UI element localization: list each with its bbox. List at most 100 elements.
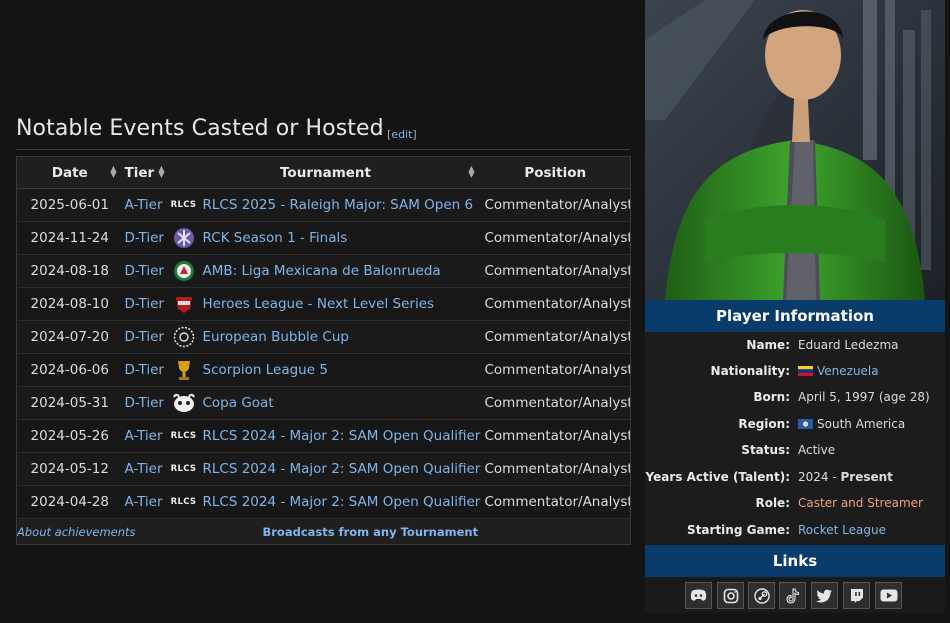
rlcs-logo: RLCS — [171, 195, 197, 215]
event-tier: D-Tier — [122, 320, 171, 354]
table-footer: About achievements Broadcasts from any T… — [16, 518, 631, 545]
tournament-link[interactable]: RLCS 2025 - Raleigh Major: SAM Open 6 — [203, 197, 474, 213]
sort-icon[interactable]: ▲ ▼ — [468, 165, 474, 179]
table-row: 2024-08-10 D-Tier Heroes League - Next L… — [16, 287, 631, 321]
tier-link[interactable]: D-Tier — [125, 395, 164, 411]
born-label: Born: — [753, 390, 790, 404]
event-position: Commentator/Analyst — [480, 188, 631, 222]
tier-link[interactable]: A-Tier — [125, 461, 163, 477]
years-active-value: 2024 - Present — [798, 470, 893, 484]
date-header[interactable]: Date ▲ ▼ — [16, 156, 123, 189]
tournament-link[interactable]: Copa Goat — [203, 395, 274, 411]
tier-link[interactable]: A-Tier — [125, 197, 163, 213]
infobox-row-name: Name: Eduard Ledezma — [645, 332, 945, 358]
steam-link[interactable] — [748, 582, 775, 609]
about-achievements-link[interactable]: About achievements — [16, 518, 171, 545]
infobox-row-born: Born: April 5, 1997 (age 28) — [645, 384, 945, 410]
edit-link[interactable]: edit — [391, 128, 412, 141]
scorpion-league-logo — [171, 360, 197, 380]
section-divider — [16, 149, 630, 150]
event-tournament: RLCS RLCS 2024 - Major 2: SAM Open Qualif… — [170, 485, 481, 519]
twitch-link[interactable] — [843, 582, 870, 609]
event-position: Commentator/Analyst — [480, 254, 631, 288]
name-label: Name: — [746, 338, 790, 352]
event-tournament: RLCS RLCS 2024 - Major 2: SAM Open Qualif… — [170, 419, 481, 453]
rlcs-logo: RLCS — [171, 426, 197, 446]
discord-link[interactable] — [685, 582, 712, 609]
nationality-link[interactable]: Venezuela — [817, 364, 879, 378]
tier-link[interactable]: A-Tier — [125, 494, 163, 510]
copa-goat-logo — [171, 393, 197, 413]
event-tournament: Copa Goat — [170, 386, 481, 420]
event-tier: D-Tier — [122, 353, 171, 387]
role-link[interactable]: Caster and Streamer — [798, 496, 923, 510]
tournament-link[interactable]: RLCS 2024 - Major 2: SAM Open Qualifier … — [203, 461, 481, 477]
starting-game-label: Starting Game: — [687, 523, 790, 537]
tournament-link[interactable]: Heroes League - Next Level Series — [203, 296, 435, 312]
broadcasts-link[interactable]: Broadcasts from any Tournament — [170, 518, 631, 545]
region-label: Region: — [738, 417, 790, 431]
tournament-link[interactable]: AMB: Liga Mexicana de Balonrueda — [203, 263, 441, 279]
rlcs-logo: RLCS — [171, 492, 197, 512]
sort-icon[interactable]: ▲ ▼ — [110, 165, 116, 179]
event-date: 2024-11-24 — [16, 221, 123, 255]
event-tournament: RCK Season 1 - Finals — [170, 221, 481, 255]
event-date: 2024-06-06 — [16, 353, 123, 387]
amb-logo — [171, 261, 197, 281]
tier-link[interactable]: D-Tier — [125, 329, 164, 345]
event-position: Commentator/Analyst — [480, 287, 631, 321]
status-value: Active — [798, 443, 836, 457]
event-tournament: RLCS RLCS 2025 - Raleigh Major: SAM Open … — [170, 188, 481, 222]
region-text: South America — [817, 417, 906, 431]
tournament-link[interactable]: RCK Season 1 - Finals — [203, 230, 348, 246]
event-tournament: European Bubble Cup — [170, 320, 481, 354]
tiktok-link[interactable] — [779, 582, 806, 609]
tier-link[interactable]: D-Tier — [125, 263, 164, 279]
years-active-label: Years Active (Talent): — [645, 470, 791, 484]
tournament-link[interactable]: RLCS 2024 - Major 2: SAM Open Qualifier … — [203, 428, 481, 444]
event-date: 2024-08-10 — [16, 287, 123, 321]
sort-icon[interactable]: ▲ ▼ — [158, 165, 164, 179]
event-tier: A-Tier — [122, 485, 171, 519]
event-position: Commentator/Analyst — [480, 419, 631, 453]
tier-link[interactable]: D-Tier — [125, 296, 164, 312]
tournament-link[interactable]: Scorpion League 5 — [203, 362, 328, 378]
player-photo — [645, 0, 945, 300]
tournament-link[interactable]: RLCS 2024 - Major 2: SAM Open Qualifier … — [203, 494, 481, 510]
event-tier: D-Tier — [122, 287, 171, 321]
rlcs-logo-text: RLCS — [170, 431, 197, 441]
starting-game-link[interactable]: Rocket League — [798, 523, 886, 537]
tier-link[interactable]: D-Tier — [125, 362, 164, 378]
twitter-link[interactable] — [811, 582, 838, 609]
region-value: South America — [798, 411, 905, 437]
instagram-link[interactable] — [717, 582, 744, 609]
social-links-bar — [645, 578, 945, 613]
nationality-label: Nationality: — [710, 364, 790, 378]
event-date: 2024-08-18 — [16, 254, 123, 288]
links-header: Links — [645, 545, 945, 577]
heroes-league-logo — [171, 294, 197, 314]
event-position: Commentator/Analyst — [480, 386, 631, 420]
youtube-icon — [880, 589, 897, 602]
tournament-link[interactable]: European Bubble Cup — [203, 329, 349, 345]
table-row: 2024-05-26 A-Tier RLCS RLCS 2024 - Major … — [16, 419, 631, 453]
tournament-header[interactable]: Tournament ▲ ▼ — [170, 156, 481, 189]
tier-link[interactable]: D-Tier — [125, 230, 164, 246]
infobox-row-starting-game: Starting Game: Rocket League — [645, 517, 945, 543]
table-row: 2024-05-31 D-Tier Copa Goat Commentator/… — [16, 386, 631, 420]
steam-icon — [753, 587, 770, 604]
edit-link-wrapper: [edit] — [387, 128, 417, 141]
event-position: Commentator/Analyst — [480, 221, 631, 255]
event-position: Commentator/Analyst — [480, 353, 631, 387]
table-header-row: Date ▲ ▼ Tier ▲ ▼ Tournament ▲ ▼ Position — [16, 156, 631, 189]
youtube-link[interactable] — [875, 582, 902, 609]
position-header[interactable]: Position — [480, 156, 631, 189]
tier-link[interactable]: A-Tier — [125, 428, 163, 444]
table-row: 2024-05-12 A-Tier RLCS RLCS 2024 - Major … — [16, 452, 631, 486]
discord-icon — [690, 589, 707, 601]
events-table: Date ▲ ▼ Tier ▲ ▼ Tournament ▲ ▼ Position 2025… — [16, 156, 631, 545]
rck-logo — [171, 228, 197, 248]
infobox-row-region: Region: South America — [645, 411, 945, 437]
tier-header[interactable]: Tier ▲ ▼ — [122, 156, 171, 189]
event-date: 2024-05-12 — [16, 452, 123, 486]
